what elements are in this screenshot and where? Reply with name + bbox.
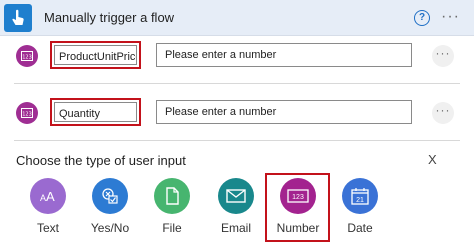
yes-no-icon: [92, 178, 128, 214]
divider: [14, 83, 460, 84]
input-type-text[interactable]: AA Text: [18, 172, 78, 242]
input-type-label: Text: [36, 221, 59, 235]
svg-text:21: 21: [356, 197, 364, 204]
input-name-field[interactable]: Quantity: [50, 98, 141, 126]
touch-hand-icon: [4, 4, 32, 32]
svg-text:A: A: [46, 189, 55, 203]
input-name-field[interactable]: ProductUnitPrice: [50, 41, 141, 69]
choose-input-type-heading: Choose the type of user input: [16, 153, 186, 168]
number-type-icon: 123: [16, 45, 38, 67]
input-value-field[interactable]: Please enter a number: [156, 43, 412, 67]
number-type-icon: 123: [16, 102, 38, 124]
help-icon[interactable]: ?: [414, 10, 430, 26]
input-row-product-unit-price: 123 ProductUnitPrice Please enter a numb…: [0, 36, 474, 76]
row-more-icon[interactable]: ···: [432, 102, 454, 124]
input-name-text[interactable]: ProductUnitPrice: [54, 45, 137, 65]
input-type-email[interactable]: Email: [206, 172, 266, 242]
input-type-options: AA Text Yes/No File Email 123 Number 21 …: [0, 172, 474, 249]
svg-text:123: 123: [22, 112, 32, 118]
input-row-quantity: 123 Quantity Please enter a number ···: [0, 93, 474, 133]
input-type-label: Email: [220, 221, 251, 235]
close-icon[interactable]: X: [428, 152, 437, 167]
email-icon: [218, 178, 254, 214]
input-type-file[interactable]: File: [142, 172, 202, 242]
trigger-header[interactable]: Manually trigger a flow ? ···: [0, 0, 474, 36]
input-name-text[interactable]: Quantity: [54, 102, 137, 122]
divider: [14, 140, 460, 141]
calendar-icon: 21: [342, 178, 378, 214]
page-title: Manually trigger a flow: [44, 10, 175, 25]
input-type-label: Yes/No: [90, 221, 130, 235]
text-aa-icon: AA: [30, 178, 66, 214]
number-highlight-box: [265, 173, 330, 242]
input-type-label: File: [162, 221, 182, 235]
svg-text:123: 123: [22, 55, 32, 61]
input-type-label: Date: [347, 221, 373, 235]
input-type-date[interactable]: 21 Date: [330, 172, 390, 242]
file-icon: [154, 178, 190, 214]
header-more-icon[interactable]: ···: [441, 8, 460, 26]
row-more-icon[interactable]: ···: [432, 45, 454, 67]
input-value-field[interactable]: Please enter a number: [156, 100, 412, 124]
input-type-yes-no[interactable]: Yes/No: [80, 172, 140, 242]
